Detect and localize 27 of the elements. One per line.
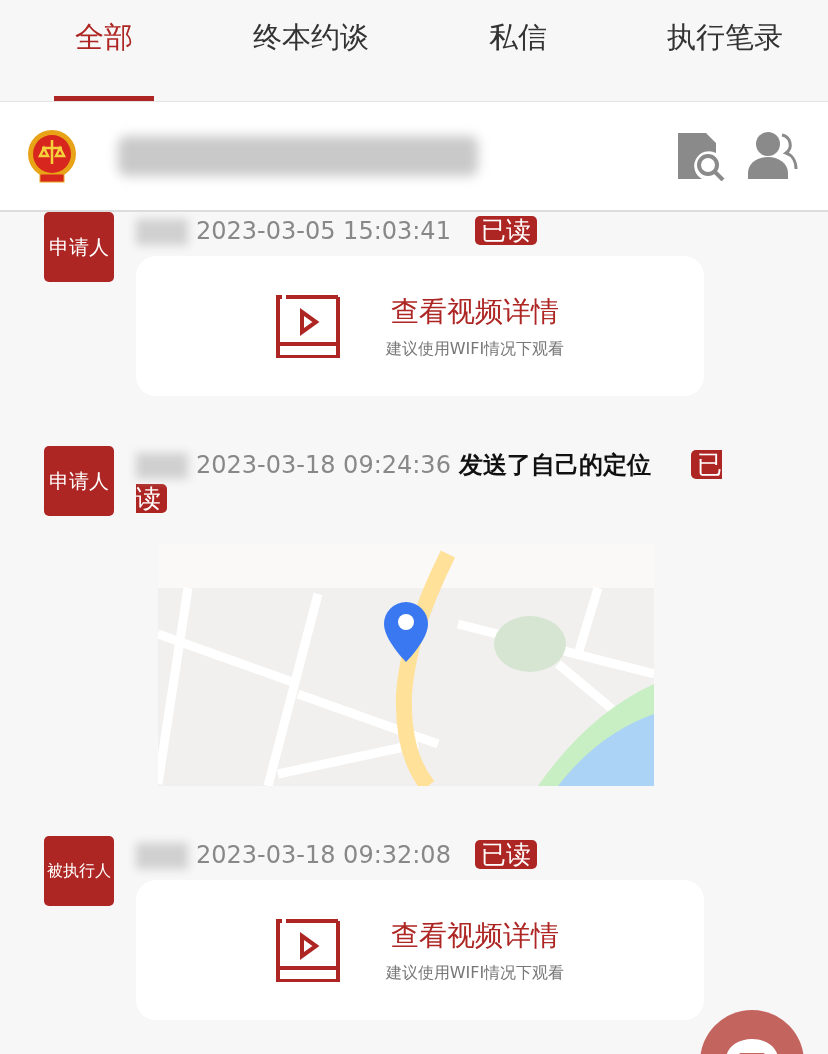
role-tag: 申请人	[44, 446, 114, 516]
message-time: 2023-03-18 09:32:08	[196, 841, 451, 869]
read-badge: 已读	[474, 216, 537, 245]
role-tag: 被执行人	[44, 836, 114, 906]
tab[interactable]: 执行笔录	[621, 0, 828, 101]
video-icon	[275, 294, 340, 358]
video-hint: 建议使用WIFI情况下观看	[385, 338, 565, 360]
message-time: 2023-03-18 09:24:36	[196, 451, 451, 479]
video-icon	[275, 918, 340, 982]
read-badge: 已读	[474, 840, 537, 869]
video-title: 查看视频详情	[391, 293, 559, 330]
document-search-icon[interactable]	[676, 131, 726, 181]
blurred-name	[136, 843, 188, 869]
contacts-icon[interactable]	[748, 131, 798, 179]
blurred-name	[136, 453, 188, 479]
emblem-icon	[26, 128, 78, 184]
video-title: 查看视频详情	[391, 917, 559, 954]
video-hint: 建议使用WIFI情况下观看	[385, 962, 565, 984]
tab[interactable]: 私信	[414, 0, 621, 101]
tab[interactable]: 终本约谈	[207, 0, 414, 101]
role-tag: 申请人	[44, 212, 114, 282]
tab[interactable]: 全部	[0, 0, 207, 101]
video-card[interactable]: 查看视频详情 建议使用WIFI情况下观看	[136, 880, 704, 1020]
blurred-name	[136, 219, 188, 245]
message-time: 2023-03-05 15:03:41	[196, 217, 451, 245]
video-card[interactable]: 查看视频详情 建议使用WIFI情况下观看	[136, 256, 704, 396]
message-action: 发送了自己的定位	[458, 451, 651, 479]
